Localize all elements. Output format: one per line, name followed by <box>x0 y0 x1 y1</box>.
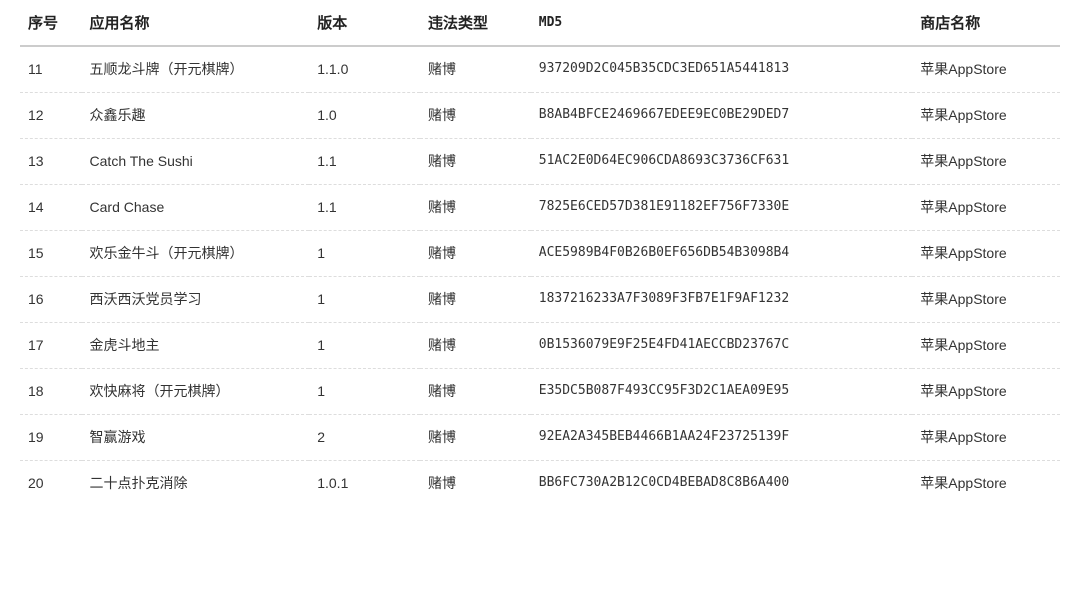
table-row: 15欢乐金牛斗（开元棋牌）1赌博ACE5989B4F0B26B0EF656DB5… <box>20 231 1060 277</box>
table-cell: 1.1.0 <box>309 46 420 93</box>
table-cell: 赌博 <box>420 415 531 461</box>
table-row: 20二十点扑克消除1.0.1赌博BB6FC730A2B12C0CD4BEBAD8… <box>20 461 1060 507</box>
table-cell: 7825E6CED57D381E91182EF756F7330E <box>531 185 913 231</box>
table-cell: 苹果AppStore <box>912 369 1060 415</box>
table-cell: 苹果AppStore <box>912 231 1060 277</box>
header-md5: MD5 <box>531 0 913 46</box>
table-cell: 12 <box>20 93 82 139</box>
table-cell: 937209D2C045B35CDC3ED651A5441813 <box>531 46 913 93</box>
table-cell: 1 <box>309 369 420 415</box>
table-cell: 众鑫乐趣 <box>82 93 310 139</box>
table-cell: B8AB4BFCE2469667EDEE9EC0BE29DED7 <box>531 93 913 139</box>
table-cell: 苹果AppStore <box>912 46 1060 93</box>
table-cell: Catch The Sushi <box>82 139 310 185</box>
table-cell: 19 <box>20 415 82 461</box>
table-row: 13Catch The Sushi1.1赌博51AC2E0D64EC906CDA… <box>20 139 1060 185</box>
table-cell: 51AC2E0D64EC906CDA8693C3736CF631 <box>531 139 913 185</box>
table-cell: 1837216233A7F3089F3FB7E1F9AF1232 <box>531 277 913 323</box>
table-cell: 苹果AppStore <box>912 461 1060 507</box>
header-index: 序号 <box>20 0 82 46</box>
table-cell: 金虎斗地主 <box>82 323 310 369</box>
table-cell: 1.1 <box>309 185 420 231</box>
table-cell: 西沃西沃党员学习 <box>82 277 310 323</box>
header-type: 违法类型 <box>420 0 531 46</box>
table-cell: 赌博 <box>420 139 531 185</box>
table-cell: 17 <box>20 323 82 369</box>
table-cell: 五顺龙斗牌（开元棋牌） <box>82 46 310 93</box>
header-version: 版本 <box>309 0 420 46</box>
table-cell: 15 <box>20 231 82 277</box>
table-cell: 18 <box>20 369 82 415</box>
data-table: 序号 应用名称 版本 违法类型 MD5 商店名称 11五顺龙斗牌（开元棋牌）1.… <box>20 0 1060 506</box>
table-cell: 苹果AppStore <box>912 93 1060 139</box>
table-cell: 1.0.1 <box>309 461 420 507</box>
table-cell: 赌博 <box>420 46 531 93</box>
table-cell: 智赢游戏 <box>82 415 310 461</box>
table-cell: 1 <box>309 231 420 277</box>
table-row: 16西沃西沃党员学习1赌博1837216233A7F3089F3FB7E1F9A… <box>20 277 1060 323</box>
table-header-row: 序号 应用名称 版本 违法类型 MD5 商店名称 <box>20 0 1060 46</box>
table-cell: 1 <box>309 323 420 369</box>
table-row: 12众鑫乐趣1.0赌博B8AB4BFCE2469667EDEE9EC0BE29D… <box>20 93 1060 139</box>
table-container: 序号 应用名称 版本 违法类型 MD5 商店名称 11五顺龙斗牌（开元棋牌）1.… <box>0 0 1080 506</box>
table-cell: 11 <box>20 46 82 93</box>
table-cell: 赌博 <box>420 93 531 139</box>
table-row: 19智赢游戏2赌博92EA2A345BEB4466B1AA24F23725139… <box>20 415 1060 461</box>
table-cell: 1.1 <box>309 139 420 185</box>
table-cell: 14 <box>20 185 82 231</box>
table-cell: 赌博 <box>420 277 531 323</box>
table-row: 11五顺龙斗牌（开元棋牌）1.1.0赌博937209D2C045B35CDC3E… <box>20 46 1060 93</box>
table-cell: 欢乐金牛斗（开元棋牌） <box>82 231 310 277</box>
table-row: 14Card Chase1.1赌博7825E6CED57D381E91182EF… <box>20 185 1060 231</box>
table-cell: 赌博 <box>420 185 531 231</box>
table-cell: 1.0 <box>309 93 420 139</box>
table-cell: 赌博 <box>420 231 531 277</box>
header-store: 商店名称 <box>912 0 1060 46</box>
table-cell: E35DC5B087F493CC95F3D2C1AEA09E95 <box>531 369 913 415</box>
table-cell: 赌博 <box>420 461 531 507</box>
table-cell: 16 <box>20 277 82 323</box>
table-cell: 0B1536079E9F25E4FD41AECCBD23767C <box>531 323 913 369</box>
table-cell: 1 <box>309 277 420 323</box>
table-cell: 赌博 <box>420 369 531 415</box>
table-cell: 13 <box>20 139 82 185</box>
table-cell: ACE5989B4F0B26B0EF656DB54B3098B4 <box>531 231 913 277</box>
table-cell: 欢快麻将（开元棋牌） <box>82 369 310 415</box>
table-cell: 苹果AppStore <box>912 139 1060 185</box>
table-cell: 苹果AppStore <box>912 323 1060 369</box>
table-row: 18欢快麻将（开元棋牌）1赌博E35DC5B087F493CC95F3D2C1A… <box>20 369 1060 415</box>
table-cell: Card Chase <box>82 185 310 231</box>
table-cell: 赌博 <box>420 323 531 369</box>
table-cell: 苹果AppStore <box>912 415 1060 461</box>
table-cell: 2 <box>309 415 420 461</box>
table-cell: 二十点扑克消除 <box>82 461 310 507</box>
table-cell: 苹果AppStore <box>912 277 1060 323</box>
table-row: 17金虎斗地主1赌博0B1536079E9F25E4FD41AECCBD2376… <box>20 323 1060 369</box>
table-cell: 苹果AppStore <box>912 185 1060 231</box>
table-cell: BB6FC730A2B12C0CD4BEBAD8C8B6A400 <box>531 461 913 507</box>
header-name: 应用名称 <box>82 0 310 46</box>
table-cell: 92EA2A345BEB4466B1AA24F23725139F <box>531 415 913 461</box>
table-cell: 20 <box>20 461 82 507</box>
